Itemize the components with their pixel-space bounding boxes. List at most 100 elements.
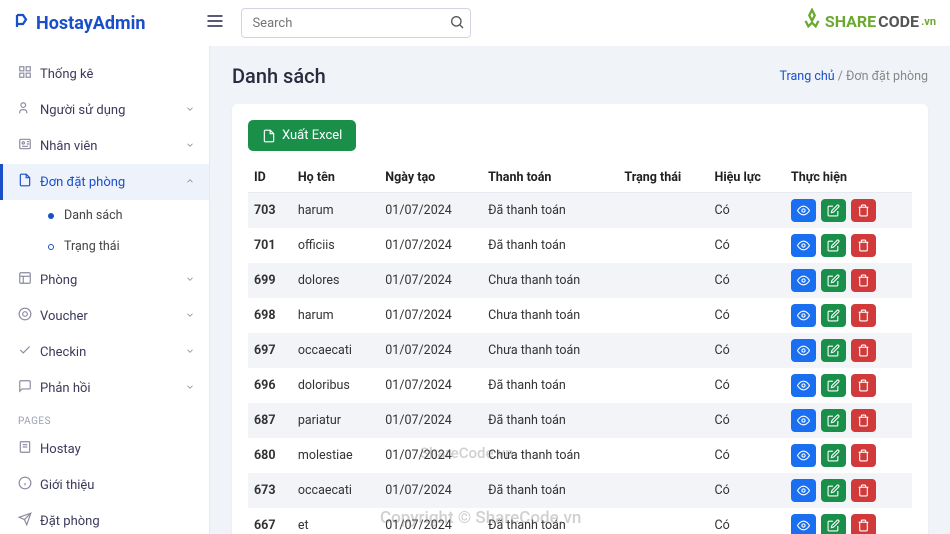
search-button[interactable]: [449, 14, 465, 34]
table-header: Họ tên: [292, 163, 379, 193]
chat-icon: [18, 379, 40, 397]
edit-button[interactable]: [821, 269, 846, 292]
tag-icon: [18, 307, 40, 325]
chevron-down-icon: [185, 104, 195, 117]
view-button[interactable]: [791, 479, 816, 502]
chevron-up-icon: [185, 176, 195, 189]
sidebar-item-1[interactable]: Người sử dụng: [0, 92, 209, 128]
sidebar-item-label: Nhân viên: [40, 139, 97, 154]
bullet-icon: [48, 213, 54, 219]
delete-button[interactable]: [851, 409, 876, 432]
edit-button[interactable]: [821, 339, 846, 362]
send-icon: [18, 512, 40, 530]
table-row: 701officiis01/07/2024Đã thanh toánCó: [248, 228, 912, 263]
doc-icon: [18, 173, 40, 191]
view-button[interactable]: [791, 234, 816, 257]
sidebar-item-label: Thống kê: [40, 67, 93, 82]
edit-button[interactable]: [821, 199, 846, 222]
sidebar-subitem-0[interactable]: Danh sách: [0, 200, 209, 231]
id-icon: [18, 137, 40, 155]
page-title: Danh sách: [232, 64, 326, 88]
sidebar-item-4[interactable]: Phòng: [0, 262, 209, 298]
sidebar-item-3[interactable]: Đơn đặt phòng: [0, 164, 209, 200]
view-button[interactable]: [791, 304, 816, 327]
sidebar-page-0[interactable]: Hostay: [0, 431, 209, 467]
brand-logo[interactable]: HostayAdmin: [14, 12, 145, 35]
chevron-down-icon: [185, 382, 195, 395]
edit-button[interactable]: [821, 304, 846, 327]
chevron-down-icon: [185, 274, 195, 287]
data-table: IDHọ tênNgày tạoThanh toánTrạng tháiHiệu…: [248, 163, 912, 534]
sidebar-item-6[interactable]: Checkin: [0, 334, 209, 370]
delete-button[interactable]: [851, 339, 876, 362]
sidebar-item-7[interactable]: Phản hồi: [0, 370, 209, 406]
table-row: 687pariatur01/07/2024Đã thanh toánCó: [248, 403, 912, 438]
sharecode-logo: SHARECODE.vn: [801, 8, 936, 34]
table-header: Hiệu lực: [709, 163, 785, 193]
delete-button[interactable]: [851, 374, 876, 397]
delete-button[interactable]: [851, 199, 876, 222]
view-button[interactable]: [791, 269, 816, 292]
export-excel-button[interactable]: Xuất Excel: [248, 120, 356, 151]
delete-button[interactable]: [851, 444, 876, 467]
sidebar-item-label: Người sử dụng: [40, 103, 125, 118]
breadcrumb: Trang chủ / Đơn đặt phòng: [780, 69, 928, 84]
table-row: 697occaecati01/07/2024Chưa thanh toánCó: [248, 333, 912, 368]
info-icon: [18, 476, 40, 494]
delete-button[interactable]: [851, 269, 876, 292]
edit-button[interactable]: [821, 479, 846, 502]
delete-button[interactable]: [851, 234, 876, 257]
sidebar-item-0[interactable]: Thống kê: [0, 56, 209, 92]
sidebar-item-label: Hostay: [40, 442, 81, 457]
table-header: ID: [248, 163, 292, 193]
view-button[interactable]: [791, 514, 816, 534]
table-row: 698harum01/07/2024Chưa thanh toánCó: [248, 298, 912, 333]
view-button[interactable]: [791, 339, 816, 362]
sidebar-item-2[interactable]: Nhân viên: [0, 128, 209, 164]
chevron-down-icon: [185, 140, 195, 153]
table-header: Thanh toán: [482, 163, 618, 193]
sidebar-page-2[interactable]: Đặt phòng: [0, 503, 209, 534]
sidebar-item-label: Phòng: [40, 273, 77, 288]
sidebar-item-5[interactable]: Voucher: [0, 298, 209, 334]
view-button[interactable]: [791, 374, 816, 397]
search-input[interactable]: [241, 8, 471, 38]
main-content: Danh sách Trang chủ / Đơn đặt phòng Xuất…: [210, 46, 950, 534]
table-row: 680molestiae01/07/2024Chưa thanh toánCó: [248, 438, 912, 473]
sidebar-item-label: Checkin: [40, 345, 86, 360]
edit-button[interactable]: [821, 514, 846, 534]
view-button[interactable]: [791, 409, 816, 432]
table-row: 673occaecati01/07/2024Đã thanh toánCó: [248, 473, 912, 508]
breadcrumb-home[interactable]: Trang chủ: [780, 69, 835, 84]
view-button[interactable]: [791, 444, 816, 467]
edit-button[interactable]: [821, 444, 846, 467]
edit-button[interactable]: [821, 234, 846, 257]
edit-button[interactable]: [821, 374, 846, 397]
check-icon: [18, 343, 40, 361]
table-row: 696doloribus01/07/2024Đã thanh toánCó: [248, 368, 912, 403]
sidebar-item-label: Đơn đặt phòng: [40, 175, 125, 190]
brand-text: HostayAdmin: [36, 13, 145, 34]
sidebar-page-1[interactable]: Giới thiệu: [0, 467, 209, 503]
chevron-down-icon: [185, 310, 195, 323]
breadcrumb-current: Đơn đặt phòng: [846, 69, 928, 84]
topbar: HostayAdmin SHARECODE.vn: [0, 0, 950, 46]
edit-button[interactable]: [821, 409, 846, 432]
users-icon: [18, 101, 40, 119]
bullet-icon: [48, 244, 54, 250]
table-row: 703harum01/07/2024Đã thanh toánCó: [248, 193, 912, 229]
page-icon: [18, 440, 40, 458]
delete-button[interactable]: [851, 304, 876, 327]
search-container: [241, 8, 471, 38]
table-header: Ngày tạo: [379, 163, 482, 193]
sidebar-item-label: Giới thiệu: [40, 478, 94, 493]
menu-toggle-button[interactable]: [205, 11, 225, 35]
delete-button[interactable]: [851, 514, 876, 534]
view-button[interactable]: [791, 199, 816, 222]
sidebar-subitem-1[interactable]: Trạng thái: [0, 231, 209, 262]
brand-icon: [14, 12, 32, 35]
sidebar-item-label: Voucher: [40, 309, 88, 324]
delete-button[interactable]: [851, 479, 876, 502]
grid-icon: [18, 65, 40, 83]
sidebar: Thống kê Người sử dụng Nhân viên Đơn đặt ph…: [0, 46, 210, 534]
